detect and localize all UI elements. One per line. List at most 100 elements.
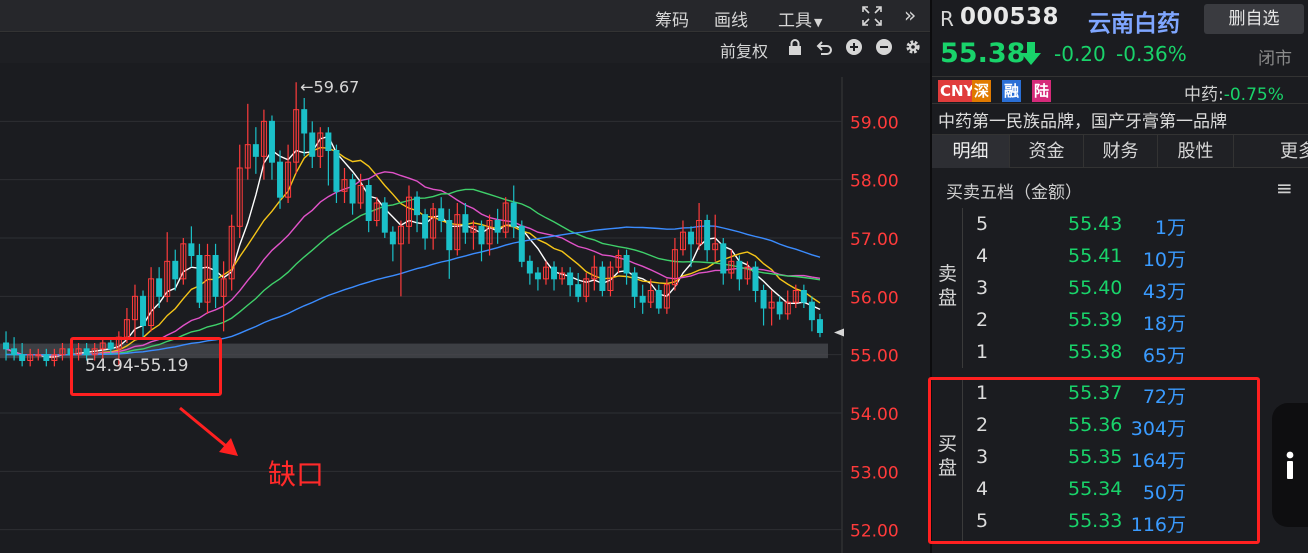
- candlestick-chart[interactable]: 59.00 58.00 57.00 56.00 55.00 54.00 53.00 52.00…: [0, 0, 930, 553]
- zoom-in-icon[interactable]: [845, 38, 863, 56]
- caret-down-icon: ▼: [814, 16, 823, 29]
- undo-icon[interactable]: [815, 38, 833, 56]
- y-tick-label: 56.00: [850, 288, 899, 308]
- candle-body: [43, 354, 50, 361]
- stock-header: R 000538 云南白药 删自选 55.38 -0.20 -0.36% 闭市: [932, 0, 1308, 75]
- candle-body: [639, 295, 646, 303]
- tab-more-label: 更多: [1280, 141, 1308, 162]
- chips-button[interactable]: 筹码: [655, 6, 689, 31]
- remove-watchlist-button[interactable]: 删自选: [1204, 4, 1304, 34]
- info-icon: [1286, 451, 1294, 481]
- expand-icon[interactable]: [860, 4, 884, 33]
- sell-order-row[interactable]: 4 55.41 10万: [962, 241, 1282, 273]
- candle-body: [526, 260, 533, 274]
- sector-change[interactable]: 中药:-0.75%: [1184, 80, 1284, 105]
- tab-details[interactable]: 明细: [932, 135, 1010, 168]
- candle-body: [446, 220, 453, 251]
- candle-body: [333, 150, 340, 192]
- order-price: 55.34: [1068, 478, 1123, 500]
- gear-icon[interactable]: [904, 38, 922, 56]
- candle-body: [760, 290, 767, 309]
- tools-label: 工具: [778, 11, 812, 31]
- candle-body: [518, 225, 525, 262]
- stock-tagline: 中药第一民族品牌，国产牙膏第一品牌: [938, 112, 1227, 132]
- price-change: -0.20: [1054, 42, 1106, 66]
- quote-panel: R 000538 云南白药 删自选 55.38 -0.20 -0.36% 闭市 …: [930, 0, 1308, 553]
- candle-body: [816, 319, 823, 333]
- candle-body: [599, 266, 606, 291]
- candle-body: [11, 348, 18, 356]
- candle-body: [325, 132, 332, 151]
- chart-toolbar: 筹码 画线 工具 ▼ »: [0, 0, 930, 32]
- candle-body: [277, 161, 284, 198]
- stock-name[interactable]: 云南白药: [1088, 4, 1180, 38]
- peak-price-label: ←59.67: [300, 77, 359, 96]
- sell-order-row[interactable]: 2 55.39 18万: [962, 305, 1282, 337]
- candle-body: [309, 132, 316, 157]
- candle-body: [381, 202, 388, 233]
- adjust-mode-button[interactable]: 前复权: [720, 38, 768, 62]
- order-price: 55.43: [1068, 213, 1123, 235]
- order-price: 55.40: [1068, 277, 1123, 299]
- lock-icon[interactable]: [786, 38, 804, 56]
- candle-body: [3, 342, 10, 350]
- candle-body: [510, 202, 517, 227]
- candle-body: [67, 348, 74, 356]
- buy-order-row[interactable]: 2 55.36 304万: [962, 410, 1282, 442]
- last-price: 55.38: [940, 38, 1026, 69]
- order-level: 1: [976, 341, 989, 363]
- order-amount: 18万: [1142, 313, 1186, 335]
- buy-side-label: 买盘: [938, 433, 958, 479]
- candle-body: [196, 255, 203, 303]
- sell-order-row[interactable]: 5 55.43 1万: [962, 209, 1282, 241]
- buy-order-row[interactable]: 3 55.35 164万: [962, 442, 1282, 474]
- order-level: 3: [976, 446, 989, 468]
- tab-stock-character[interactable]: 股性: [1158, 135, 1234, 168]
- buy-order-row[interactable]: 5 55.33 116万: [962, 506, 1282, 538]
- tab-financials[interactable]: 财务: [1084, 135, 1158, 168]
- connect-badge[interactable]: 陆: [1032, 80, 1052, 102]
- candle-body: [83, 348, 90, 356]
- zoom-out-icon[interactable]: [875, 38, 893, 56]
- order-price: 55.35: [1068, 446, 1123, 468]
- y-tick-label: 57.00: [850, 230, 899, 250]
- order-amount: 50万: [1142, 482, 1186, 504]
- candle-body: [212, 255, 219, 297]
- orderbook-header: 买卖五档（金额） ≡: [932, 170, 1308, 206]
- cny-badge[interactable]: CNY: [938, 80, 977, 102]
- buy-order-row[interactable]: 4 55.34 50万: [962, 474, 1282, 506]
- tab-funds[interactable]: 资金: [1010, 135, 1084, 168]
- candle-body: [655, 290, 662, 309]
- candle-body: [776, 301, 783, 315]
- candle-body: [752, 266, 759, 291]
- order-level: 3: [976, 277, 989, 299]
- candle-body: [389, 231, 396, 245]
- double-chevron-right-icon[interactable]: »: [904, 3, 916, 27]
- margin-badge[interactable]: 融: [1002, 80, 1022, 102]
- order-level: 2: [976, 414, 989, 436]
- sell-order-row[interactable]: 3 55.40 43万: [962, 273, 1282, 305]
- candle-body: [551, 266, 558, 280]
- tab-more[interactable]: 更多: [1234, 135, 1308, 168]
- chart-area[interactable]: 59.00 58.00 57.00 56.00 55.00 54.00 53.00 52.00…: [0, 0, 930, 553]
- orderbook-title: 买卖五档（金额）: [946, 183, 1082, 203]
- order-price: 55.41: [1068, 245, 1123, 267]
- arrow-down-icon: [1020, 40, 1042, 66]
- buy-order-row[interactable]: 1 55.37 72万: [962, 378, 1282, 410]
- candle-body: [494, 220, 501, 233]
- candle-body: [301, 109, 308, 134]
- sell-order-row[interactable]: 1 55.38 65万: [962, 337, 1282, 369]
- candle-body: [156, 278, 163, 297]
- menu-icon[interactable]: ≡: [1276, 176, 1293, 200]
- candle-body: [478, 225, 485, 245]
- candle-body: [422, 214, 429, 239]
- side-drawer-handle[interactable]: [1272, 403, 1308, 527]
- candle-body: [736, 260, 743, 280]
- y-tick-label: 52.00: [850, 522, 899, 542]
- shenzhen-badge[interactable]: 深: [972, 80, 992, 102]
- candle-body: [631, 272, 638, 297]
- order-amount: 1万: [1154, 217, 1186, 239]
- draw-line-button[interactable]: 画线: [714, 6, 748, 31]
- sector-change-value: -0.75%: [1223, 85, 1284, 105]
- tools-menu-button[interactable]: 工具 ▼: [778, 6, 822, 31]
